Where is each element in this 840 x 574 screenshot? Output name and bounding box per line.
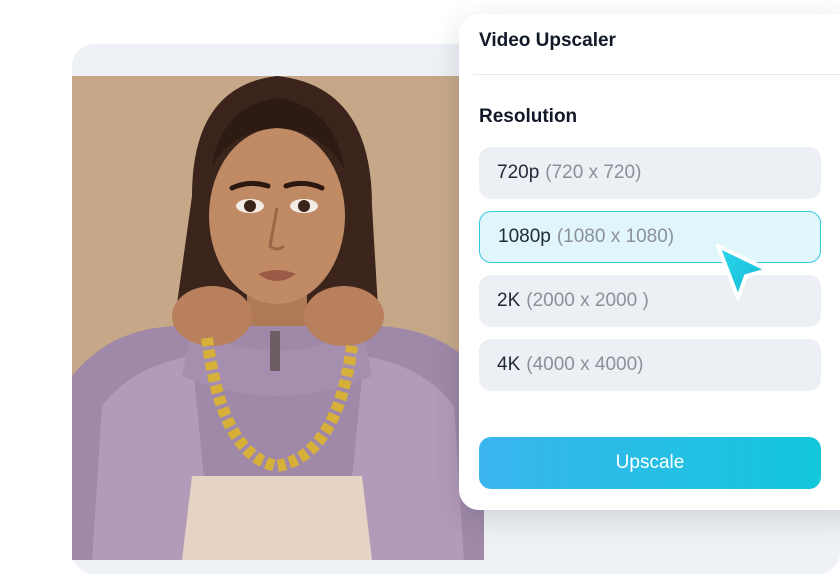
option-name: 4K <box>497 354 521 375</box>
option-name: 2K <box>497 290 521 311</box>
option-dimensions: (4000 x 4000) <box>526 354 644 375</box>
upscaler-panel: Video Upscaler Resolution 720p (720 x 72… <box>459 14 840 510</box>
pointer-arrow-icon <box>712 240 776 304</box>
option-dimensions: (2000 x 2000 ) <box>526 290 649 311</box>
option-name: 1080p <box>498 226 551 247</box>
resolution-option-720p[interactable]: 720p (720 x 720) <box>479 147 821 199</box>
resolution-option-4k[interactable]: 4K (4000 x 4000) <box>479 339 821 391</box>
resolution-label: Resolution <box>479 106 578 127</box>
divider <box>473 74 840 75</box>
preview-image <box>72 76 484 560</box>
option-dimensions: (720 x 720) <box>545 162 642 183</box>
upscale-button[interactable]: Upscale <box>479 437 821 489</box>
option-dimensions: (1080 x 1080) <box>556 226 675 247</box>
option-name: 720p <box>497 162 540 183</box>
panel-title: Video Upscaler <box>479 30 616 51</box>
portrait-illustration <box>72 76 484 560</box>
